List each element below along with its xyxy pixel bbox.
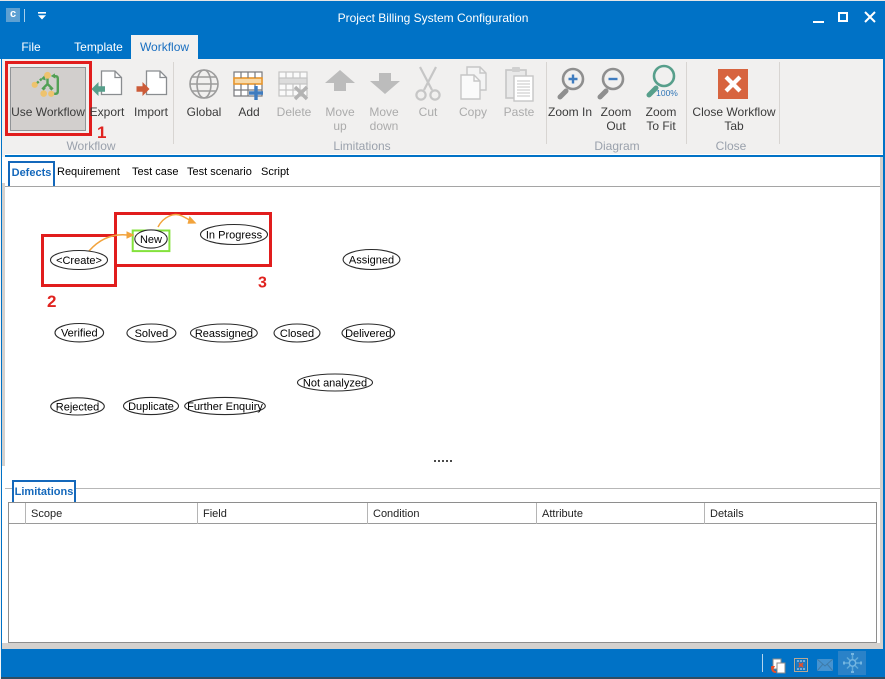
svg-text:Rejected: Rejected (56, 401, 99, 413)
svg-text:2: 2 (47, 292, 56, 311)
svg-text:3: 3 (258, 275, 267, 292)
svg-text:Solved: Solved (135, 328, 169, 340)
svg-text:In Progress: In Progress (206, 230, 263, 242)
svg-text:Verified: Verified (61, 328, 98, 340)
svg-text:Not analyzed: Not analyzed (303, 378, 367, 390)
svg-text:Further Enquiry: Further Enquiry (187, 401, 263, 413)
svg-text:<Create>: <Create> (56, 255, 102, 267)
svg-text:Assigned: Assigned (349, 255, 394, 267)
svg-text:Reassigned: Reassigned (195, 328, 253, 340)
svg-text:New: New (140, 234, 162, 246)
svg-text:Closed: Closed (280, 328, 314, 340)
svg-text:Duplicate: Duplicate (128, 401, 174, 413)
svg-text:Delivered: Delivered (345, 328, 391, 340)
